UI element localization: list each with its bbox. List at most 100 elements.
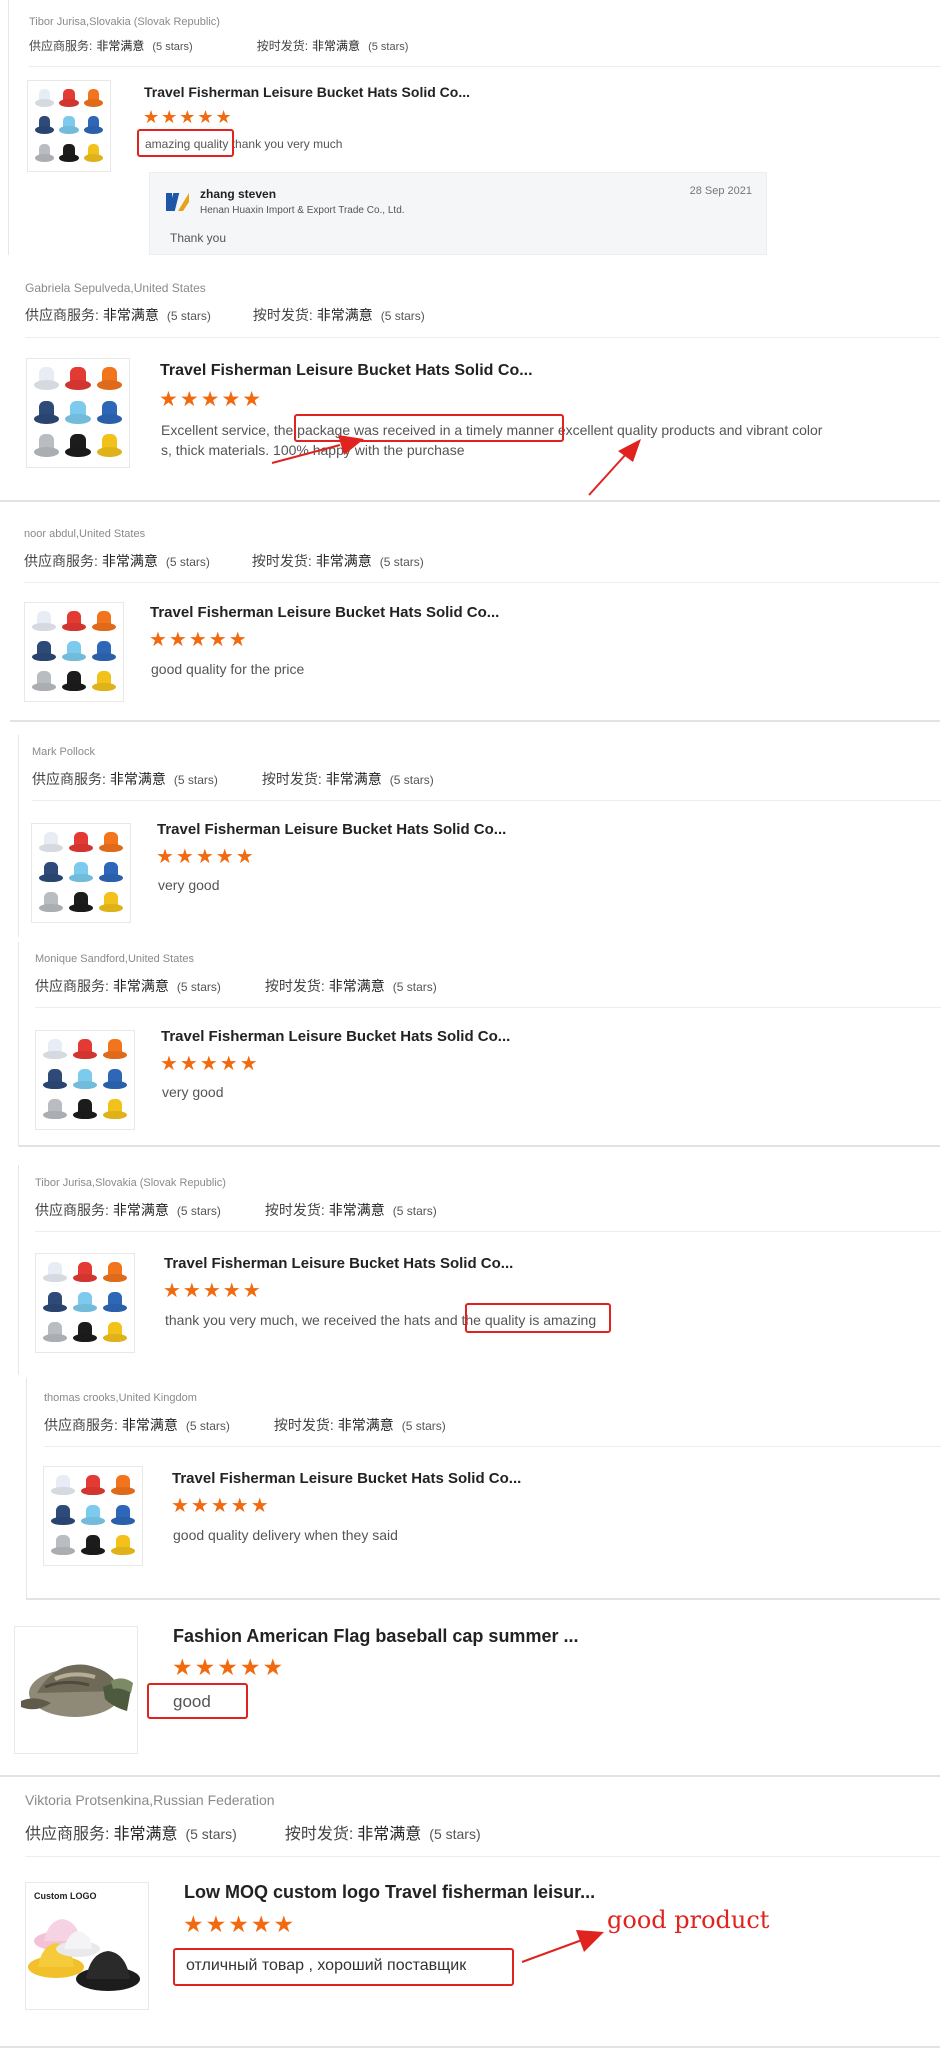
delivery-value: 非常满意: [325, 771, 382, 787]
bucket-hat-icon: [50, 1503, 76, 1529]
reviewer-name: Tibor Jurisa,Slovakia (Slovak Republic): [35, 1177, 226, 1189]
product-title[interactable]: Travel Fisherman Leisure Bucket Hats Sol…: [144, 84, 470, 100]
reviewer-name: noor abdul,United States: [24, 528, 146, 540]
supplier-service-stars: (5 stars): [165, 555, 210, 569]
supplier-service-value: 非常满意: [109, 771, 166, 787]
review-text: very good: [158, 877, 220, 893]
reply-text: Thank you: [170, 231, 227, 245]
bucket-hat-icon: [96, 398, 123, 427]
product-thumbnail[interactable]: [27, 80, 111, 172]
review-card: Tibor Jurisa,Slovakia (Slovak Republic) …: [8, 0, 941, 255]
product-title[interactable]: Fashion American Flag baseball cap summe…: [173, 1626, 578, 1647]
supplier-service-value: 非常满意: [102, 307, 159, 323]
review-card: thomas crooks,United Kingdom 供应商服务: 非常满意(…: [26, 1378, 941, 1600]
bucket-hat-icon: [102, 1320, 128, 1346]
bucket-hats-image: [42, 1037, 128, 1123]
bucket-hat-icon: [31, 609, 57, 635]
supplier-service-stars: (5 stars): [166, 309, 211, 323]
supplier-service-value: 非常满意: [121, 1417, 178, 1433]
rating-summary: 供应商服务: 非常满意 (5 stars) 按时发货: 非常满意 (5 stars): [25, 1820, 481, 1844]
bucket-hat-icon: [72, 1290, 98, 1316]
supplier-service-stars: (5 stars): [176, 1204, 221, 1218]
bucket-hat-icon: [42, 1097, 68, 1123]
bucket-hat-icon: [80, 1533, 106, 1559]
delivery-label: 按时发货:: [256, 39, 309, 53]
bucket-hat-icon: [68, 860, 94, 886]
bucket-hats-image: [50, 1473, 136, 1559]
bucket-hat-icon: [38, 890, 64, 916]
reviewer-name: thomas crooks,United Kingdom: [44, 1392, 197, 1404]
product-title[interactable]: Travel Fisherman Leisure Bucket Hats Sol…: [150, 604, 499, 621]
product-title[interactable]: Travel Fisherman Leisure Bucket Hats Sol…: [161, 1028, 510, 1045]
bucket-hats-image: [42, 1260, 128, 1346]
bucket-hat-icon: [31, 669, 57, 695]
star-rating: ★★★★★: [172, 1654, 286, 1680]
review-card: Monique Sandford,United States 供应商服务: 非常满…: [18, 942, 941, 1147]
review-text: good quality for the price: [151, 661, 305, 677]
annotation-arrow: [521, 1930, 604, 1963]
delivery-value: 非常满意: [337, 1417, 394, 1433]
delivery-stars: (5 stars): [368, 41, 409, 53]
bucket-hat-icon: [38, 830, 64, 856]
product-thumbnail[interactable]: [35, 1253, 135, 1353]
product-thumbnail[interactable]: [43, 1466, 143, 1566]
product-title[interactable]: Travel Fisherman Leisure Bucket Hats Sol…: [157, 821, 506, 838]
star-rating: ★★★★★: [171, 1495, 271, 1517]
bucket-hat-icon: [98, 830, 124, 856]
bucket-hat-icon: [33, 432, 60, 461]
bucket-hat-icon: [110, 1533, 136, 1559]
product-thumbnail[interactable]: [24, 602, 124, 702]
star-rating: ★★★★★: [183, 1911, 297, 1937]
star-rating: ★★★★★: [163, 1280, 263, 1302]
supplier-service-label: 供应商服务:: [25, 1826, 110, 1843]
bucket-hats-image: [28, 1919, 140, 1991]
bucket-hat-icon: [91, 639, 117, 665]
bucket-hat-icon: [83, 87, 104, 110]
bucket-hat-icon: [64, 432, 91, 461]
bucket-hat-icon: [42, 1290, 68, 1316]
supplier-service-label: 供应商服务:: [24, 553, 98, 569]
highlight-box: [137, 129, 234, 157]
thumbnail-label: Custom LOGO: [34, 1891, 97, 1901]
review-text: good quality delivery when they said: [173, 1527, 398, 1543]
bucket-hat-icon: [72, 1320, 98, 1346]
bucket-hat-icon: [72, 1260, 98, 1286]
delivery-label: 按时发货:: [252, 307, 313, 323]
delivery-value: 非常满意: [312, 39, 361, 53]
bucket-hat-icon: [102, 1290, 128, 1316]
product-thumbnail[interactable]: [14, 1626, 138, 1754]
review-card: Tibor Jurisa,Slovakia (Slovak Republic) …: [18, 1165, 941, 1375]
bucket-hat-icon: [64, 398, 91, 427]
bucket-hat-icon: [72, 1037, 98, 1063]
product-title[interactable]: Low MOQ custom logo Travel fisherman lei…: [184, 1882, 595, 1903]
supplier-service-stars: (5 stars): [185, 1419, 230, 1433]
annotation-arrow: [271, 435, 364, 464]
star-rating: ★★★★★: [159, 388, 264, 411]
supplier-service-value: 非常满意: [112, 978, 169, 994]
bucket-hats-image: [33, 365, 123, 461]
bucket-hat-icon: [34, 142, 55, 165]
bucket-hats-image: [34, 87, 104, 165]
annotation-label: good product: [607, 1906, 770, 1934]
product-thumbnail[interactable]: [35, 1030, 135, 1130]
bucket-hat-icon: [50, 1473, 76, 1499]
reviewer-name: Tibor Jurisa,Slovakia (Slovak Republic): [29, 16, 220, 28]
bucket-hat-icon: [34, 114, 55, 137]
reviewer-name: Viktoria Protsenkina,Russian Federation: [25, 1792, 275, 1808]
bucket-hat-icon: [98, 890, 124, 916]
seller-name: zhang steven: [200, 187, 277, 201]
bucket-hat-icon: [72, 1097, 98, 1123]
product-title[interactable]: Travel Fisherman Leisure Bucket Hats Sol…: [172, 1470, 521, 1487]
product-thumbnail[interactable]: Custom LOGO: [25, 1882, 149, 2010]
review-card: Viktoria Protsenkina,Russian Federation …: [0, 1782, 940, 2048]
product-thumbnail[interactable]: [26, 358, 130, 468]
rating-summary: 供应商服务: 非常满意 (5 stars) 按时发货: 非常满意 (5 stars): [25, 305, 425, 325]
highlight-box: [465, 1303, 611, 1333]
supplier-service-label: 供应商服务:: [32, 771, 106, 787]
bucket-hat-icon: [59, 114, 80, 137]
product-title[interactable]: Travel Fisherman Leisure Bucket Hats Sol…: [160, 362, 533, 380]
product-thumbnail[interactable]: [31, 823, 131, 923]
delivery-value: 非常满意: [328, 978, 385, 994]
star-rating: ★★★★★: [160, 1053, 260, 1075]
product-title[interactable]: Travel Fisherman Leisure Bucket Hats Sol…: [164, 1255, 513, 1272]
